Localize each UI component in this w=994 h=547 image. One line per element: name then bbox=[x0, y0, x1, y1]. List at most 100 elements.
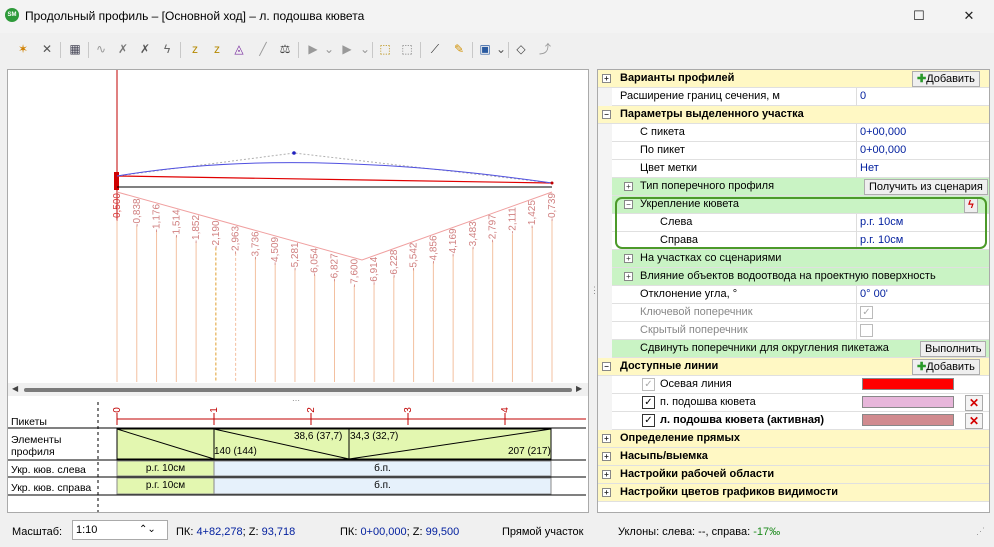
right-cell-2[interactable]: б.п. bbox=[214, 480, 551, 491]
picket-tick-label: 4 bbox=[500, 407, 511, 413]
from-pk-value[interactable]: 0+00,000 bbox=[856, 124, 989, 142]
axis-line-checkbox[interactable]: ✓ bbox=[642, 378, 655, 391]
execute-button[interactable]: Выполнить bbox=[920, 341, 987, 357]
vertex-icon[interactable]: ◬ bbox=[230, 40, 248, 58]
picket-label: -3,483 bbox=[468, 221, 479, 250]
vertex-point bbox=[292, 151, 296, 155]
design-line bbox=[116, 175, 553, 184]
spin-icon[interactable]: ⌃⌄ bbox=[139, 521, 156, 539]
resize-grip-icon[interactable]: ⋰ bbox=[976, 526, 985, 537]
hidden-cross-checkbox[interactable] bbox=[860, 324, 873, 337]
remove-all-icon[interactable]: ✗ bbox=[136, 40, 154, 58]
status-bar: Масштаб: 1:10 ⌃⌄ ПК: 4+82,278; Z: 93,718… bbox=[0, 517, 994, 547]
key-cross-checkbox[interactable]: ✓ bbox=[860, 306, 873, 319]
step-icon[interactable]: ▶ bbox=[338, 40, 356, 58]
color-value[interactable]: Нет bbox=[856, 160, 989, 178]
play-dropdown-icon[interactable]: ⌄ bbox=[320, 40, 338, 58]
add-point-icon[interactable]: ✶ bbox=[14, 40, 32, 58]
lightning-icon[interactable]: ϟ bbox=[158, 40, 176, 58]
close-button[interactable]: ✕ bbox=[954, 5, 984, 27]
delete-right-ditch-icon[interactable]: ✕ bbox=[965, 395, 983, 411]
left-cell-1[interactable]: р.г. 10см bbox=[117, 463, 214, 474]
properties-panel: + Варианты профилей ✚Добавить Расширение… bbox=[597, 69, 990, 513]
prop-scenarios[interactable]: + На участках со сценариями bbox=[598, 250, 989, 268]
diamond-icon[interactable]: ◇ bbox=[512, 40, 530, 58]
row-label-pikety: Пикеты bbox=[11, 416, 47, 428]
add-variant-button[interactable]: ✚Добавить bbox=[912, 71, 980, 87]
right-cell-1[interactable]: р.г. 10см bbox=[117, 480, 214, 491]
picket-label: -0,838 bbox=[132, 198, 143, 227]
scale-select[interactable]: 1:10 ⌃⌄ bbox=[72, 520, 168, 540]
scroll-right-icon[interactable]: ▶ bbox=[576, 384, 582, 393]
section-colors[interactable]: + Настройки цветов графиков видимости bbox=[598, 484, 989, 502]
profile-canvas[interactable]: -0,500 -0,838 -1,176 -1,514 -1,852 -2,190 -2,9… bbox=[8, 70, 588, 382]
remove-curve-icon[interactable]: ✗ bbox=[114, 40, 132, 58]
row-label-left: Укр. кюв. слева bbox=[11, 464, 86, 476]
prop-cross-type[interactable]: + Тип поперечного профиля Получить из сц… bbox=[598, 178, 989, 196]
maximize-button[interactable]: ☐ bbox=[904, 5, 934, 27]
prop-to-pk: По пикет 0+00,000 bbox=[598, 142, 989, 160]
axis-line-color-swatch[interactable] bbox=[862, 378, 954, 390]
section-lines[interactable]: − Доступные линии ✚Добавить bbox=[598, 358, 989, 376]
picket-label: -4,856 bbox=[428, 235, 439, 264]
left-cell-2[interactable]: б.п. bbox=[214, 463, 551, 474]
plus-icon: ✚ bbox=[917, 361, 927, 373]
balance-icon[interactable]: ⚖ bbox=[276, 40, 294, 58]
picket-label: -1,176 bbox=[152, 204, 163, 233]
profile-view[interactable]: -0,500 -0,838 -1,176 -1,514 -1,852 -2,190 -2,9… bbox=[7, 69, 589, 513]
scroll-thumb[interactable] bbox=[24, 388, 572, 392]
z-point-icon[interactable]: z bbox=[186, 40, 204, 58]
toolbar: ✶ ✕ ▦ ∿ ✗ ✗ ϟ z z ◬ ╱ ⚖ ▶ ⌄ ▶ ⌄ ⬚ ⬚ ⟋ ✎ … bbox=[0, 36, 994, 64]
left-ditch-checkbox[interactable]: ✓ bbox=[642, 414, 655, 427]
delete-left-ditch-icon[interactable]: ✕ bbox=[965, 413, 983, 429]
picket-label: -6,914 bbox=[369, 256, 380, 285]
window-title: Продольный профиль – [Основной ход] – л.… bbox=[25, 9, 365, 23]
end-point bbox=[550, 181, 554, 185]
slopes-value: -17‰ bbox=[753, 526, 781, 538]
expansion-value[interactable]: 0 bbox=[856, 88, 989, 106]
cursor-z-value: 93,718 bbox=[261, 526, 296, 538]
segment-type: Прямой участок bbox=[502, 526, 584, 538]
line-left-ditch: ✓ л. подошва кювета (активная) ✕ bbox=[598, 412, 989, 430]
element-center-b: 34,3 (32,7) bbox=[350, 431, 399, 442]
section-workspace[interactable]: + Настройки рабочей области bbox=[598, 466, 989, 484]
picket-label: -0,739 bbox=[547, 193, 558, 222]
prop-expansion: Расширение границ сечения, м 0 bbox=[598, 88, 989, 106]
left-ditch-color-swatch[interactable] bbox=[862, 414, 954, 426]
scroll-left-icon[interactable]: ◀ bbox=[12, 384, 18, 393]
delete-point-icon[interactable]: ✕ bbox=[38, 40, 56, 58]
line-right-ditch: ✓ п. подошва кювета ✕ bbox=[598, 394, 989, 412]
prop-drainage[interactable]: + Влияние объектов водоотвода на проектн… bbox=[598, 268, 989, 286]
section-params[interactable]: − Параметры выделенного участка bbox=[598, 106, 989, 124]
section-label: Варианты профилей bbox=[620, 72, 735, 84]
annotation-icon[interactable]: ✎ bbox=[450, 40, 468, 58]
right-ditch-color-swatch[interactable] bbox=[862, 396, 954, 408]
line-icon[interactable]: ╱ bbox=[254, 40, 272, 58]
prop-color: Цвет метки Нет bbox=[598, 160, 989, 178]
to-pk-value[interactable]: 0+00,000 bbox=[856, 142, 989, 160]
get-from-scenario-button[interactable]: Получить из сценария bbox=[864, 179, 988, 195]
right-ditch-checkbox[interactable]: ✓ bbox=[642, 396, 655, 409]
z-points-icon[interactable]: z bbox=[208, 40, 226, 58]
add-line-button[interactable]: ✚Добавить bbox=[912, 359, 980, 375]
angle-value[interactable]: 0° 00' bbox=[856, 286, 989, 304]
scale-value: 1:10 bbox=[76, 524, 98, 536]
select-icon[interactable]: ⬚ bbox=[376, 40, 394, 58]
path-icon[interactable]: ⤴ bbox=[536, 40, 554, 58]
picket-label: -2,111 bbox=[507, 207, 518, 234]
select-area-icon[interactable]: ⬚ bbox=[398, 40, 416, 58]
horizontal-scrollbar[interactable]: ◀ ▶ bbox=[8, 383, 588, 396]
measure-icon[interactable]: ⟋ bbox=[426, 40, 444, 58]
section-variants[interactable]: + Варианты профилей ✚Добавить bbox=[598, 70, 989, 88]
element-left-length: 140 (144) bbox=[214, 446, 257, 457]
section-straights[interactable]: + Определение прямых bbox=[598, 430, 989, 448]
picket-label: -2,797 bbox=[488, 214, 499, 243]
prop-hidden-cross: Скрытый поперечник bbox=[598, 322, 989, 340]
curve-icon[interactable]: ∿ bbox=[92, 40, 110, 58]
cursor-pk-value: 4+82,278 bbox=[196, 526, 243, 538]
picket-label: -7,600 bbox=[349, 258, 360, 287]
picket-label: -1,425 bbox=[527, 200, 538, 229]
picket-label: -4,509 bbox=[270, 236, 281, 265]
grid-profile-icon[interactable]: ▦ bbox=[66, 40, 84, 58]
section-fill[interactable]: + Насыпь/выемка bbox=[598, 448, 989, 466]
